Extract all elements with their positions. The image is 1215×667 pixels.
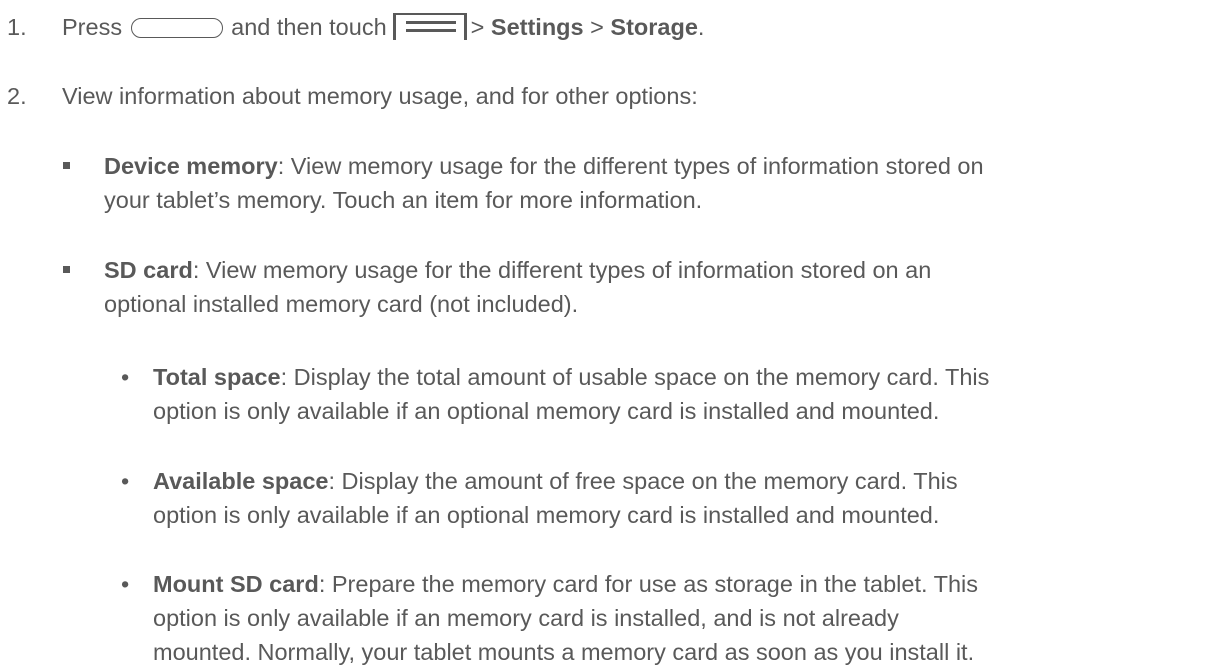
- item-term: Available space: [153, 468, 329, 494]
- period: .: [697, 14, 705, 40]
- menu-key-icon: [392, 13, 467, 40]
- item-line: option is only available if an optional …: [153, 398, 940, 424]
- item-line: Total space: Display the total amount of…: [153, 360, 1208, 394]
- home-key-icon: [130, 18, 223, 38]
- item-desc: : Display the amount of free space on th…: [328, 468, 958, 494]
- square-bullet-icon: [63, 162, 70, 169]
- item-line: your tablet’s memory. Touch an item for …: [104, 187, 703, 213]
- and-then-touch-label: and then touch: [231, 14, 387, 40]
- separator: >: [470, 14, 485, 40]
- settings-label: Settings: [490, 14, 584, 40]
- item-line: SD card: View memory usage for the diffe…: [104, 253, 1204, 287]
- item-term: Total space: [153, 364, 281, 390]
- item-term: SD card: [104, 257, 193, 283]
- available-space-item: • Available space: Display the amount of…: [121, 464, 1208, 532]
- item-desc: : View memory usage for the different ty…: [192, 257, 932, 283]
- step-text: Press and then touch > Settings > Storage…: [62, 10, 704, 44]
- item-line: mounted. Normally, your tablet mounts a …: [153, 639, 975, 665]
- separator: >: [590, 14, 604, 40]
- item-desc: : View memory usage for the different ty…: [277, 153, 984, 179]
- storage-label: Storage: [610, 14, 698, 40]
- item-term: Device memory: [104, 153, 278, 179]
- device-memory-item: Device memory: View memory usage for the…: [63, 149, 1204, 217]
- item-line: option is only available if an memory ca…: [153, 605, 899, 631]
- mount-sd-card-item: • Mount SD card: Prepare the memory card…: [121, 567, 1208, 667]
- sd-card-item: SD card: View memory usage for the diffe…: [63, 253, 1204, 321]
- step-number: 2.: [7, 83, 27, 109]
- square-bullet-icon: [63, 266, 70, 273]
- bullet: •: [121, 571, 130, 597]
- step-number: 1.: [7, 14, 27, 40]
- item-desc: : Prepare the memory card for use as sto…: [318, 571, 979, 597]
- item-line: Device memory: View memory usage for the…: [104, 149, 1204, 183]
- item-line: Available space: Display the amount of f…: [153, 464, 1208, 498]
- item-desc: : Display the total amount of usable spa…: [280, 364, 990, 390]
- step-text: View information about memory usage, and…: [62, 83, 698, 109]
- item-line: Mount SD card: Prepare the memory card f…: [153, 567, 1208, 601]
- bullet: •: [121, 468, 130, 494]
- press-label: Press: [62, 14, 123, 40]
- bullet: •: [121, 364, 130, 390]
- item-line: optional installed memory card (not incl…: [104, 291, 579, 317]
- total-space-item: • Total space: Display the total amount …: [121, 360, 1208, 428]
- item-term: Mount SD card: [153, 571, 319, 597]
- item-line: option is only available if an optional …: [153, 502, 940, 528]
